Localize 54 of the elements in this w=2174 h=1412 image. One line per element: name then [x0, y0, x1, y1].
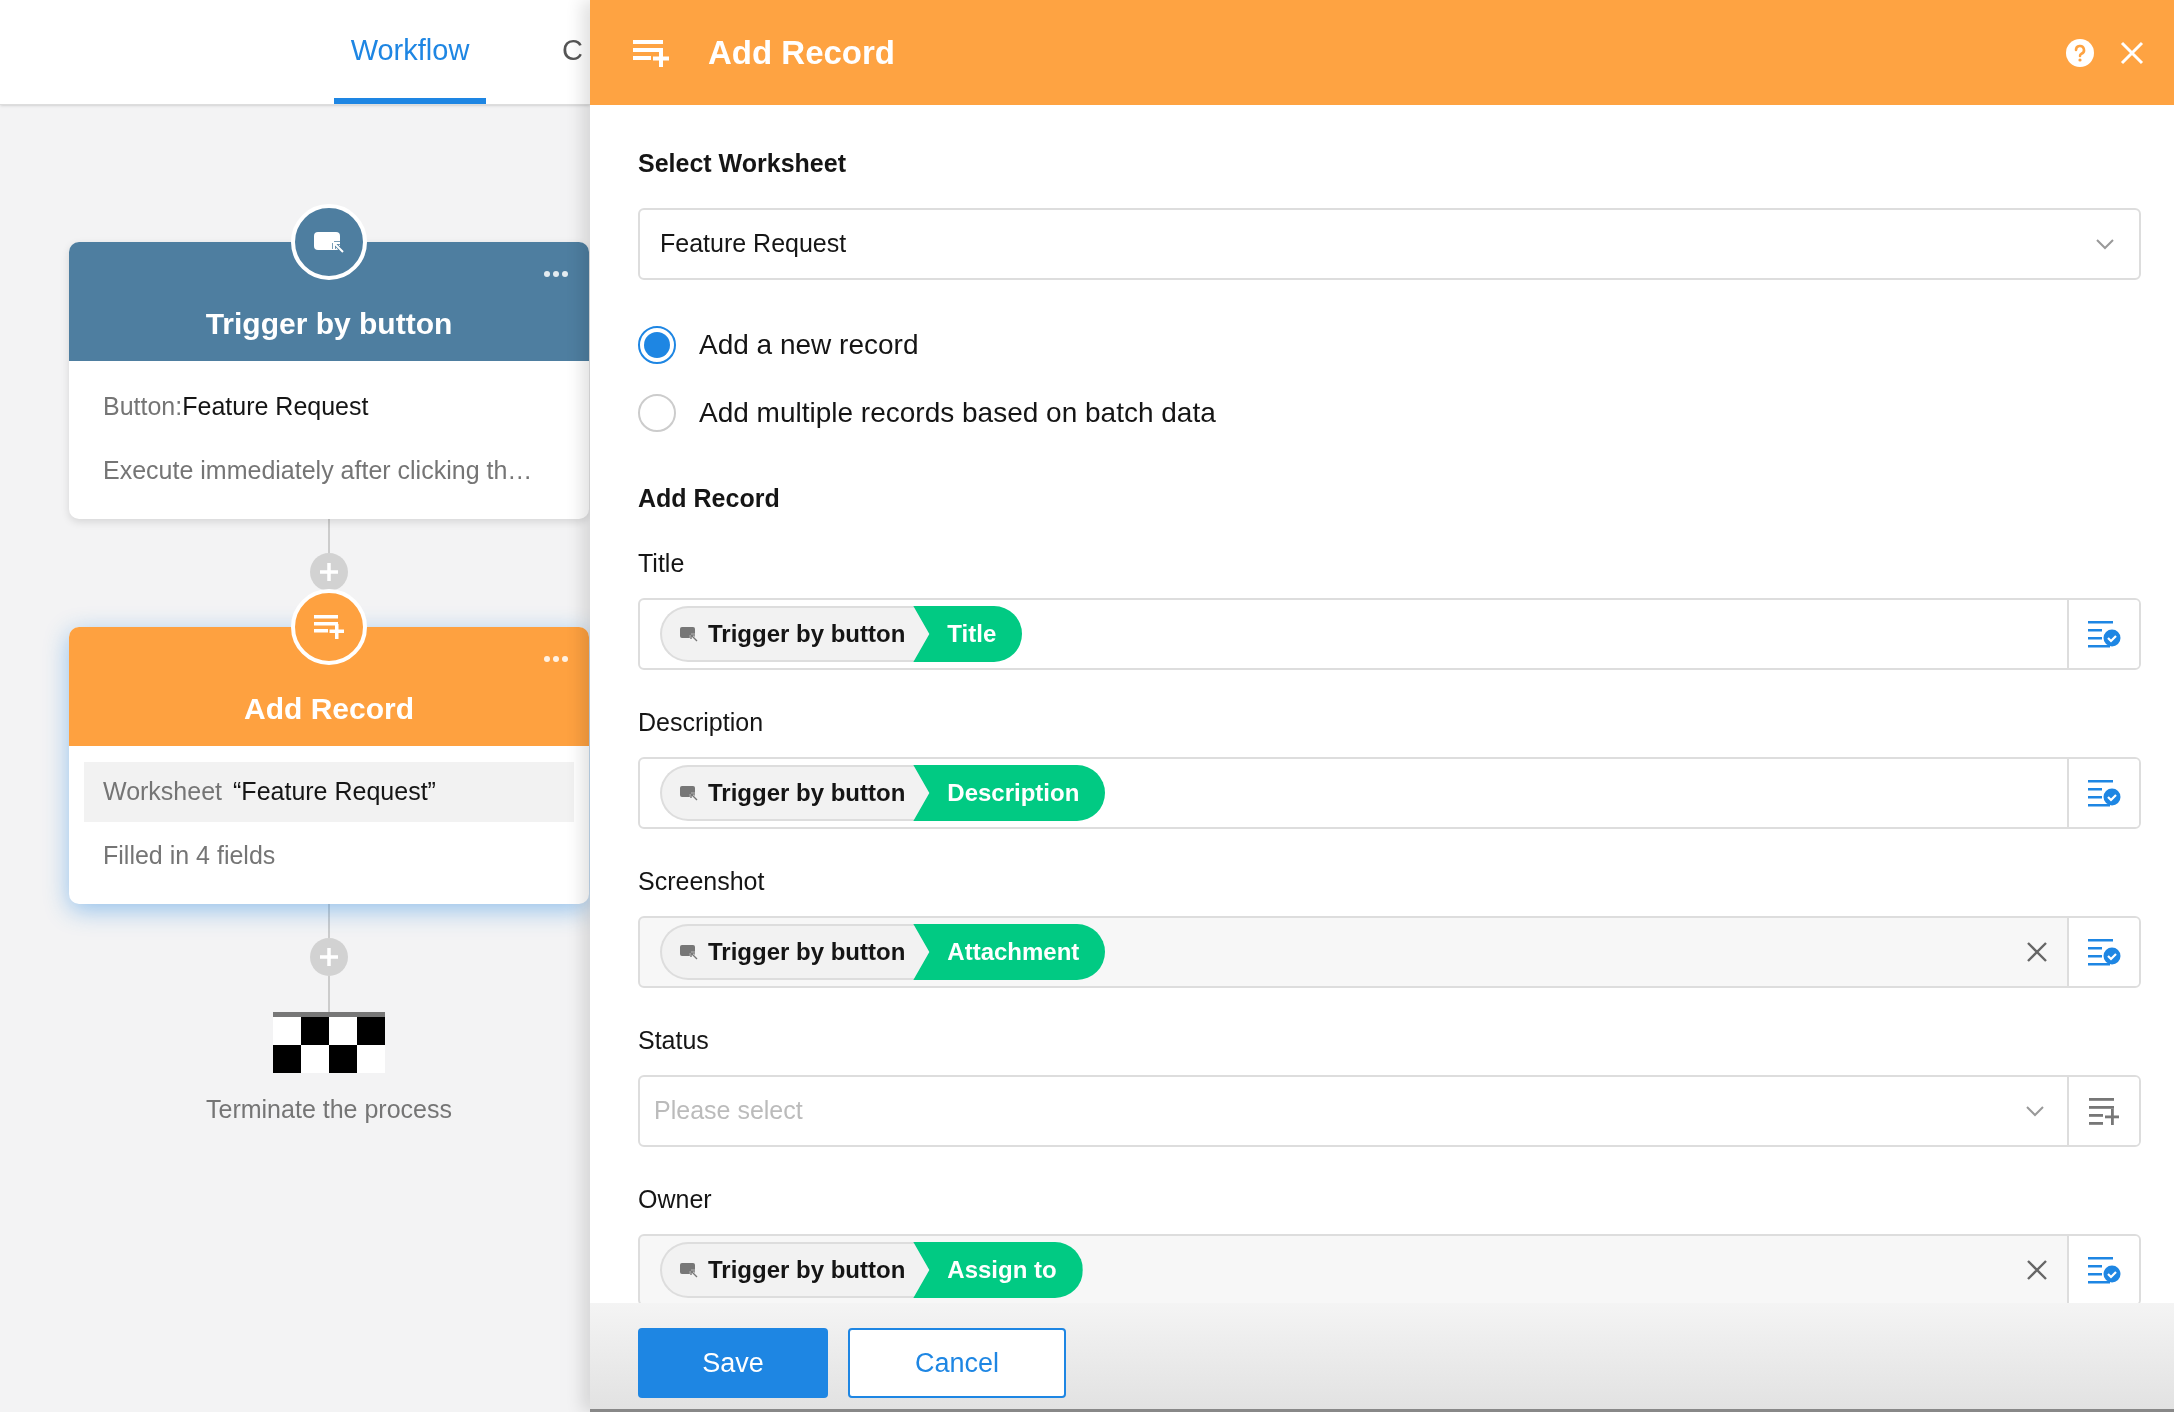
button-cursor-icon [680, 626, 698, 642]
clear-icon[interactable] [2027, 942, 2047, 962]
field-label: Screenshot [638, 869, 766, 894]
chevron-down-icon [2025, 1105, 2045, 1117]
more-icon[interactable] [544, 271, 568, 277]
node-detail: Button:Feature Request [102, 391, 370, 423]
close-icon[interactable] [2120, 40, 2144, 65]
field-source-button[interactable] [2067, 918, 2139, 986]
field-label: Title [638, 551, 686, 576]
list-plus-icon [2088, 1097, 2120, 1125]
field-source-button[interactable] [2067, 1077, 2139, 1145]
section-heading: Add Record [638, 486, 781, 511]
input-field[interactable]: Trigger by button Description [638, 757, 2141, 829]
checkered-flag-icon [273, 1012, 385, 1073]
cancel-button[interactable]: Cancel [848, 1328, 1066, 1398]
radio-option[interactable]: Add a new record [638, 324, 2141, 366]
list-check-icon [2087, 620, 2121, 648]
tab[interactable]: C [562, 0, 583, 104]
button-cursor-icon [680, 1262, 698, 1278]
button-cursor-icon [680, 785, 698, 801]
node-card[interactable]: Trigger by button Button:Feature Request Execute immediately after clicking th… [69, 242, 589, 519]
input-field[interactable]: Please select [638, 1075, 2141, 1147]
input-field[interactable]: Trigger by button Assign to [638, 1234, 2141, 1303]
select-input[interactable]: Please select [654, 1092, 2025, 1130]
chevron-down-icon [2095, 238, 2115, 250]
node-card[interactable]: Add Record Worksheet “Feature Request” Filled in 4 fields [69, 627, 589, 904]
field-label: Status [638, 1028, 710, 1053]
help-icon[interactable] [2066, 38, 2094, 67]
list-plus-icon [314, 615, 344, 639]
section-heading: Select Worksheet [638, 151, 847, 176]
worksheet-select[interactable]: Feature Request [638, 208, 2141, 280]
field-source-button[interactable] [2067, 600, 2139, 668]
button-cursor-icon [680, 944, 698, 960]
button-cursor-icon [314, 230, 344, 254]
node-detail: Filled in 4 fields [102, 840, 277, 872]
node-detail: Execute immediately after clicking th… [102, 455, 534, 487]
node-title: Trigger by button [205, 306, 453, 342]
node-title: Add Record [244, 691, 414, 727]
radio-option[interactable]: Add multiple records based on batch data [638, 392, 2141, 434]
field-source-button[interactable] [2067, 1236, 2139, 1303]
list-check-icon [2087, 938, 2121, 966]
save-button[interactable]: Save [638, 1328, 828, 1398]
input-field[interactable]: Trigger by button Title [638, 598, 2141, 670]
list-check-icon [2087, 779, 2121, 807]
field-label: Owner [638, 1187, 713, 1212]
clear-icon[interactable] [2027, 1260, 2047, 1280]
field-source-button[interactable] [2067, 759, 2139, 827]
drawer-title: Add Record [708, 32, 895, 73]
end-node-label: Terminate the process [206, 1094, 452, 1125]
list-check-icon [2087, 1256, 2121, 1284]
input-field[interactable]: Trigger by button Attachment [638, 916, 2141, 988]
tab[interactable]: Workflow [334, 0, 486, 104]
field-label: Description [638, 710, 765, 735]
node-detail: Worksheet “Feature Request” [84, 762, 574, 822]
